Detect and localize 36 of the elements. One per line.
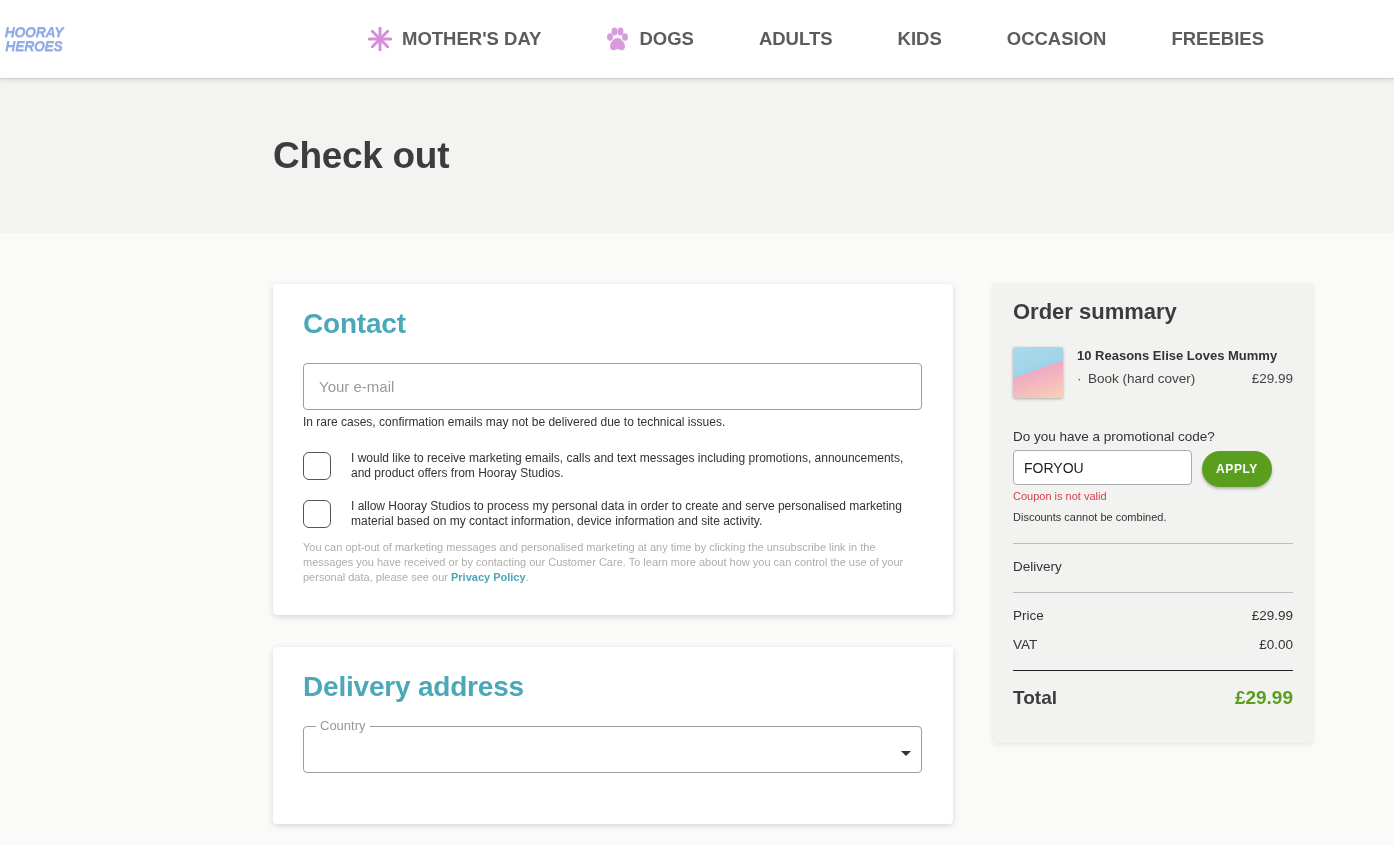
- summary-value: £29.99: [1251, 607, 1293, 625]
- caret-icon: [901, 750, 911, 756]
- nav-link[interactable]: DOGS: [606, 27, 694, 51]
- checkbox[interactable]: [303, 452, 331, 480]
- summary-label: VAT: [1013, 636, 1038, 654]
- consent-text: I allow Hooray Studios to process my personal data in order to create and serve personalised marketing material based on my contact information, device information and site activity.: [351, 499, 903, 529]
- email-note: In rare cases, confirmation emails may not be delivered due to technical issues.: [303, 414, 727, 430]
- section-heading: Contact: [303, 307, 407, 341]
- checkbox[interactable]: [303, 500, 331, 528]
- book-cover-image: [1013, 347, 1063, 398]
- consent-text: I would like to receive marketing emails, calls and text messages including promotions, announcements, and product offers from Hooray Studios.: [351, 451, 905, 481]
- nav-link[interactable]: OCCASION: [1006, 27, 1107, 51]
- product-price: £29.99: [1251, 370, 1293, 388]
- bullet: ·: [1077, 370, 1083, 388]
- total-label: Total: [1013, 686, 1057, 710]
- starburst-icon: [368, 27, 392, 51]
- summary-heading: Order summary: [1013, 298, 1178, 326]
- product-variant: Book (hard cover): [1088, 370, 1197, 388]
- product-name: 10 Reasons Elise Loves Mummy: [1077, 347, 1279, 365]
- promo-code-field[interactable]: FORYOU: [1013, 450, 1192, 485]
- promo-note: Discounts cannot be combined.: [1013, 510, 1168, 524]
- summary-value: £0.00: [1259, 636, 1293, 654]
- paw-icon: [606, 27, 630, 51]
- promo-label: Do you have a promotional code?: [1013, 428, 1216, 446]
- nav-link[interactable]: KIDS: [897, 27, 942, 51]
- total-value: £29.99: [1234, 686, 1293, 710]
- summary-label: Price: [1013, 607, 1044, 625]
- privacy-notice: You can opt-out of marketing messages and personalised marketing at any time by clicking the unsubscribe link in the messages you have received or by contacting our Customer Care. To learn more about how you can control the use of your personal data, please see our Privacy Policy.: [303, 540, 905, 585]
- email-field[interactable]: Your e-mail: [303, 363, 922, 410]
- nav-link[interactable]: FREEBIES: [1171, 27, 1264, 51]
- error-message: Coupon is not valid: [1013, 489, 1108, 503]
- section-heading: Delivery address: [303, 670, 525, 704]
- nav-link[interactable]: ADULTS: [758, 27, 833, 51]
- nav-link[interactable]: MOTHER'S DAY: [368, 27, 542, 51]
- delivery-label: Delivery: [1013, 558, 1063, 576]
- page-title: Check out: [272, 134, 451, 178]
